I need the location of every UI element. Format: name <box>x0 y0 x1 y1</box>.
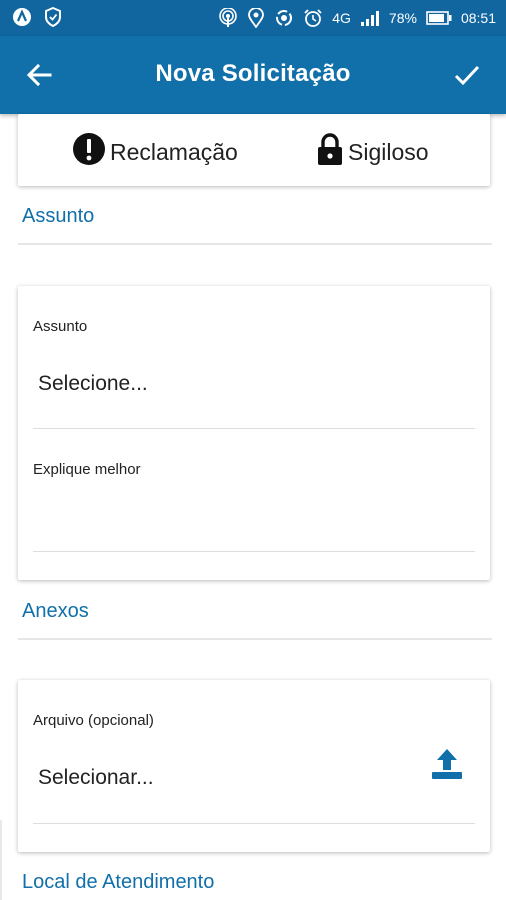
upload-icon[interactable] <box>430 746 464 785</box>
location-icon <box>247 8 265 28</box>
app-logo-icon <box>12 7 32 30</box>
check-icon[interactable] <box>452 60 482 90</box>
type-option-reclamacao[interactable]: Reclamação <box>72 132 238 172</box>
subject-select[interactable]: Selecione... <box>38 372 148 396</box>
battery-percent: 78% <box>388 10 417 26</box>
section-title-anexos: Anexos <box>22 600 89 622</box>
battery-icon <box>426 11 452 25</box>
scroll-edge <box>0 820 2 900</box>
network-4g-icon: 4G <box>332 10 351 26</box>
page-title: Nova Solicitação <box>155 60 351 87</box>
anexos-card: Arquivo (opcional) Selecionar... <box>18 680 490 852</box>
signal-icon <box>360 10 380 26</box>
shield-icon <box>44 6 62 30</box>
subject-underline <box>33 428 475 429</box>
section-divider <box>18 243 492 245</box>
type-option-label: Reclamação <box>110 138 238 165</box>
sync-icon <box>274 8 294 28</box>
section-title-local: Local de Atendimento <box>22 871 215 893</box>
explain-field[interactable] <box>33 481 475 551</box>
file-select[interactable]: Selecionar... <box>38 766 154 790</box>
assunto-card: Assunto Selecione... Explique melhor <box>18 286 490 580</box>
status-bar: 4G 78% 08:51 <box>0 0 506 36</box>
type-option-sigiloso[interactable]: Sigiloso <box>316 132 429 172</box>
lock-icon <box>316 132 344 172</box>
subject-label: Assunto <box>33 318 88 335</box>
clock-time: 08:51 <box>460 10 496 26</box>
request-type-card: Reclamação Sigiloso <box>18 114 490 186</box>
file-label: Arquivo (opcional) <box>33 712 154 729</box>
explain-underline <box>33 551 475 552</box>
section-divider <box>18 638 492 640</box>
exclamation-circle-icon <box>72 132 106 172</box>
section-title-assunto: Assunto <box>22 205 95 227</box>
type-option-label: Sigiloso <box>348 138 429 165</box>
app-bar: Nova Solicitação <box>0 36 506 114</box>
explain-label: Explique melhor <box>33 461 141 478</box>
file-underline <box>33 823 475 824</box>
hotspot-icon <box>218 8 238 28</box>
alarm-icon <box>303 8 323 28</box>
